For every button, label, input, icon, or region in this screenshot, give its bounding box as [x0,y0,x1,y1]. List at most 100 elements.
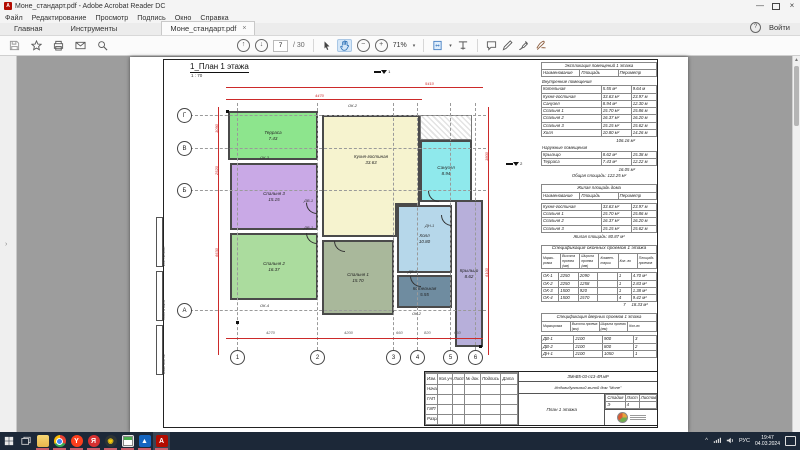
scroll-up-icon[interactable]: ▲ [794,57,799,63]
explication-table: Экспликация помещений 1 этажа Наименован… [541,62,657,178]
navigation-pane-strip[interactable]: › [0,56,17,432]
zoom-level-value[interactable]: 71% [393,42,407,49]
menu-view[interactable]: Просмотр [95,13,128,22]
dimension-value: 2520 [214,166,219,175]
pane-toggle-icon[interactable]: › [5,241,7,248]
language-indicator[interactable]: РУС [739,438,750,444]
yandex-browser-button[interactable]: Y [68,432,85,450]
grid-bubble-5: 5 [443,350,458,365]
minimize-button[interactable]: — [752,0,768,12]
table-cell: 15.86 м [631,211,656,218]
task-view-button[interactable] [17,432,34,450]
dimension-value: 820 [424,330,431,335]
table-cell: 4 [625,402,639,409]
dim-node [479,345,482,348]
pencil-button[interactable] [502,40,513,51]
tab-home[interactable]: Главная [0,22,57,35]
maps-app-button[interactable]: ◉ [102,432,119,450]
table-cell: Спальня 1 [542,211,602,218]
grid-line-6 [475,103,476,355]
table-title: Жилая площадь дома [542,185,657,192]
plan-title: 1_План 1 этажа [190,62,249,73]
file-explorer-button[interactable] [34,432,51,450]
star-button[interactable] [31,40,42,51]
living-total: Жилая площадь: 80.87 м² [541,234,657,239]
table-cell: 1 [617,287,631,294]
clock[interactable]: 19:47 04.03.2024 [755,435,780,448]
zoom-out-button[interactable]: − [357,39,370,52]
table-row: Э4 [606,402,657,409]
table-cell: Холл [542,129,602,136]
table-cell: 2250 [559,273,579,280]
table-cell: Санузел [542,100,602,107]
display-settings-button[interactable] [457,40,469,51]
table-cell: Спальня 1 [542,108,602,115]
vertical-scrollbar[interactable]: ▲ [792,56,800,432]
dimension-line [218,107,219,355]
spreadsheet-app-button[interactable] [119,432,136,450]
photos-app-button[interactable]: ▲ [136,432,153,450]
table-cell: № док. [464,374,481,384]
dimension-value: 4200 [344,330,353,335]
page-down-button[interactable]: ↓ [255,39,268,52]
page-number-input[interactable]: 7 [273,40,288,52]
external-total: 16.05 м² [541,167,657,172]
close-button[interactable]: × [784,0,800,12]
table-cell: 2250 [559,280,579,287]
fit-width-button[interactable] [432,40,443,51]
hand-tool-button[interactable] [337,39,352,52]
document-area[interactable]: › 1_План 1 этажа 1 : 70 Терраса7.43 Спал… [0,56,800,432]
menu-edit[interactable]: Редактирование [32,13,87,22]
network-icon[interactable] [713,437,721,446]
table-cell: ОК-3 [542,287,559,294]
yandex-app-button[interactable]: Я [85,432,102,450]
print-button[interactable] [53,40,64,51]
fit-caret-icon[interactable]: ▾ [449,43,452,49]
start-button[interactable] [0,432,17,450]
volume-icon[interactable] [726,437,734,446]
table-cell: ДВ-1 [542,336,574,343]
room-kitchen: Кухня-гостиная33.63 [322,115,420,205]
table-cell: Спальня 3 [542,225,602,232]
sign-stamp-button[interactable] [518,40,530,51]
table-row: Спальня 315.15 м²15.62 м [542,225,657,232]
chrome-button[interactable] [51,432,68,450]
sign-in-button[interactable]: Войти [769,23,790,32]
save-button[interactable] [9,40,20,51]
scrollbar-thumb[interactable] [794,66,799,126]
select-tool-button[interactable] [322,40,332,51]
table-cell: 1500 [559,287,579,294]
comment-button[interactable] [486,40,497,51]
dim-node [236,321,239,324]
tray-expand-icon[interactable]: ^ [705,438,708,444]
table-cell: 12.30 м [631,100,656,107]
grid-line-3 [393,103,394,355]
menu-file[interactable]: Файл [5,13,23,22]
zoom-in-button[interactable]: + [375,39,388,52]
table-cell [437,404,452,414]
help-icon[interactable]: ? [750,22,761,33]
pdf-page: 1_План 1 этажа 1 : 70 Терраса7.43 Спальн… [130,57,688,432]
table-cell: 2100 [574,350,603,357]
maximize-button[interactable] [768,0,784,12]
page-up-button[interactable]: ↑ [237,39,250,52]
section-label: Наружные помещения [542,145,657,150]
table-cell: 3 [633,336,656,343]
zoom-caret-icon[interactable]: ▾ [413,43,416,49]
sheet-title: План 1 этажа [519,394,605,425]
tab-tools[interactable]: Инструменты [57,22,132,35]
table-row: ДН-1210010501 [542,350,657,357]
table-row: Спальня 115.70 м²15.86 м [542,108,657,115]
dimension-line [226,338,483,339]
notification-center-icon[interactable] [785,436,796,446]
table-cell: Листов [639,395,656,402]
acrobat-taskbar-button[interactable]: A [153,432,170,450]
maximize-icon [772,3,780,10]
tab-close-icon[interactable]: × [242,25,246,32]
table-cell: 1570 [578,295,598,302]
search-icon[interactable] [97,40,108,51]
fill-sign-button[interactable] [535,40,547,51]
window-title: Моне_стандарт.pdf - Adobe Acrobat Reader… [15,3,165,10]
tab-document[interactable]: Моне_стандарт.pdf × [161,21,255,35]
email-button[interactable] [75,40,86,51]
